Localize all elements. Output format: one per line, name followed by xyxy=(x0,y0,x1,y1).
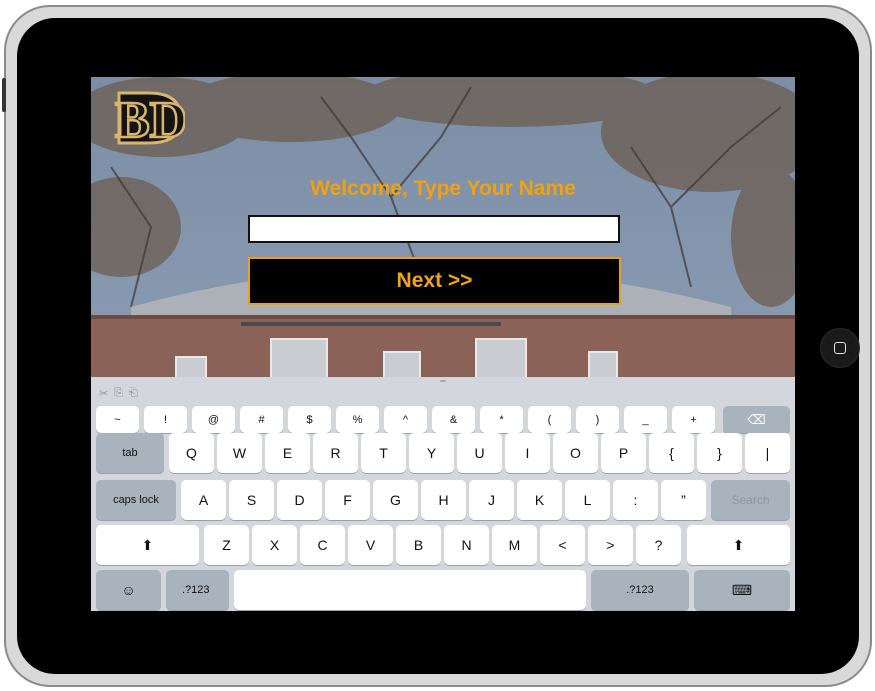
key-open-paren[interactable]: ( xyxy=(528,406,571,433)
key-a[interactable]: A xyxy=(181,480,226,520)
key-hash[interactable]: # xyxy=(240,406,283,433)
home-button[interactable] xyxy=(820,328,860,368)
scissors-icon[interactable]: ✂ xyxy=(99,387,108,400)
key-percent[interactable]: % xyxy=(336,406,379,433)
key-plus[interactable]: + xyxy=(672,406,715,433)
key-quote[interactable]: ” xyxy=(661,480,706,520)
key-v[interactable]: V xyxy=(348,525,393,565)
key-dollar[interactable]: $ xyxy=(288,406,331,433)
search-key[interactable]: Search xyxy=(711,480,790,520)
shift-left-key[interactable]: ⬆ xyxy=(96,525,199,565)
key-c[interactable]: C xyxy=(300,525,345,565)
tab-key[interactable]: tab xyxy=(96,433,164,473)
onscreen-keyboard: ✂ ⎘ ⎗ ~ ! @ # $ % ^ & * ( ) _ + ⌫ tab Q … xyxy=(91,377,795,611)
name-input[interactable] xyxy=(248,215,620,243)
key-ampersand[interactable]: & xyxy=(432,406,475,433)
key-question[interactable]: ? xyxy=(636,525,681,565)
key-u[interactable]: U xyxy=(457,433,502,473)
key-e[interactable]: E xyxy=(265,433,310,473)
key-close-paren[interactable]: ) xyxy=(576,406,619,433)
paste-icon[interactable]: ⎗ xyxy=(129,387,138,400)
key-caret[interactable]: ^ xyxy=(384,406,427,433)
key-r[interactable]: R xyxy=(313,433,358,473)
key-exclaim[interactable]: ! xyxy=(144,406,187,433)
welcome-heading: Welcome, Type Your Name xyxy=(310,177,576,200)
logo-text: BD xyxy=(115,92,185,147)
delete-key[interactable]: ⌫ xyxy=(723,406,790,433)
key-s[interactable]: S xyxy=(229,480,274,520)
numbers-key-right[interactable]: .?123 xyxy=(591,570,689,610)
key-asterisk[interactable]: * xyxy=(480,406,523,433)
next-button[interactable]: Next >> xyxy=(248,257,621,305)
keyboard-tools: ✂ ⎘ ⎗ xyxy=(99,387,138,400)
copy-icon[interactable]: ⎘ xyxy=(114,387,123,400)
space-bar[interactable] xyxy=(234,570,586,610)
emoji-key[interactable]: ☺ xyxy=(96,570,161,610)
key-i[interactable]: I xyxy=(505,433,550,473)
key-x[interactable]: X xyxy=(252,525,297,565)
key-greater-than[interactable]: > xyxy=(588,525,633,565)
numbers-key-left[interactable]: .?123 xyxy=(166,570,229,610)
key-underscore[interactable]: _ xyxy=(624,406,667,433)
key-h[interactable]: H xyxy=(421,480,466,520)
home-square-icon xyxy=(834,342,846,354)
key-d[interactable]: D xyxy=(277,480,322,520)
key-l[interactable]: L xyxy=(565,480,610,520)
key-tilde[interactable]: ~ xyxy=(96,406,139,433)
app-screen: BD Welcome, Type Your Name Next >> ✂ ⎘ ⎗… xyxy=(91,77,795,611)
key-at[interactable]: @ xyxy=(192,406,235,433)
hide-keyboard-key[interactable]: ⌨ xyxy=(694,570,790,610)
key-less-than[interactable]: < xyxy=(540,525,585,565)
key-pipe[interactable]: | xyxy=(745,433,790,473)
key-o[interactable]: O xyxy=(553,433,598,473)
keyboard-handle xyxy=(440,380,446,382)
key-b[interactable]: B xyxy=(396,525,441,565)
key-close-brace[interactable]: } xyxy=(697,433,742,473)
key-j[interactable]: J xyxy=(469,480,514,520)
key-q[interactable]: Q xyxy=(169,433,214,473)
shift-right-key[interactable]: ⬆ xyxy=(687,525,790,565)
school-logo: BD xyxy=(114,91,185,147)
key-colon[interactable]: : xyxy=(613,480,658,520)
key-t[interactable]: T xyxy=(361,433,406,473)
key-y[interactable]: Y xyxy=(409,433,454,473)
key-open-brace[interactable]: { xyxy=(649,433,694,473)
key-g[interactable]: G xyxy=(373,480,418,520)
key-z[interactable]: Z xyxy=(204,525,249,565)
caps-lock-key[interactable]: caps lock xyxy=(96,480,176,520)
key-p[interactable]: P xyxy=(601,433,646,473)
key-n[interactable]: N xyxy=(444,525,489,565)
key-w[interactable]: W xyxy=(217,433,262,473)
key-m[interactable]: M xyxy=(492,525,537,565)
side-button xyxy=(2,78,6,112)
key-f[interactable]: F xyxy=(325,480,370,520)
key-k[interactable]: K xyxy=(517,480,562,520)
